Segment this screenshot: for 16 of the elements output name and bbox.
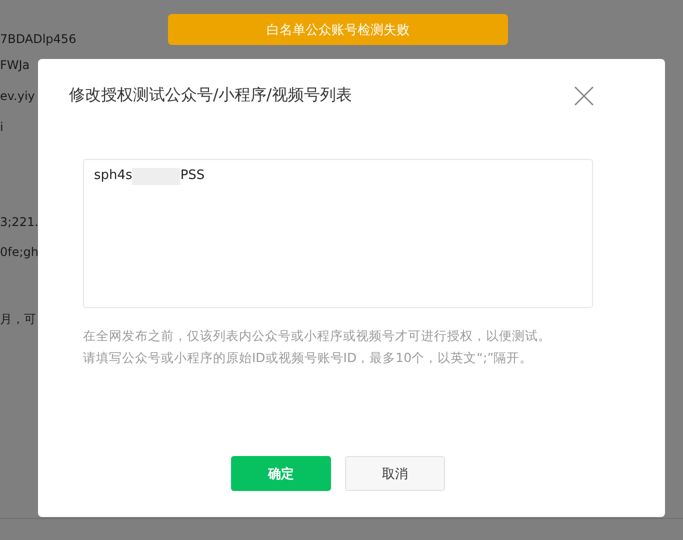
background-text: 0fe;gh — [0, 244, 39, 261]
field-text: sph4s — [94, 168, 132, 183]
dialog-title: 修改授权测试公众号/小程序/视频号列表 — [69, 85, 352, 106]
close-icon[interactable] — [574, 86, 594, 106]
error-toast: 白名单公众账号检测失败 — [168, 14, 508, 45]
background-text: FWJa — [0, 57, 30, 74]
background-text: 月，可 — [0, 311, 36, 328]
background-text: 3;221. — [0, 214, 38, 231]
background-text: ev.yiy — [0, 88, 35, 105]
id-list-field[interactable]: sph4s PSS — [83, 159, 593, 308]
hint-text: 请填写公众号或小程序的原始ID或视频号账号ID，最多10个，以英文“;”隔开。 — [83, 349, 534, 367]
background-text: 7BDADlp456 — [0, 31, 76, 48]
field-text: PSS — [180, 168, 205, 183]
cancel-button[interactable]: 取消 — [345, 456, 445, 491]
hint-text: 在全网发布之前，仅该列表内公众号或小程序或视频号才可进行授权，以便测试。 — [83, 327, 552, 345]
background-text: i — [0, 119, 4, 136]
